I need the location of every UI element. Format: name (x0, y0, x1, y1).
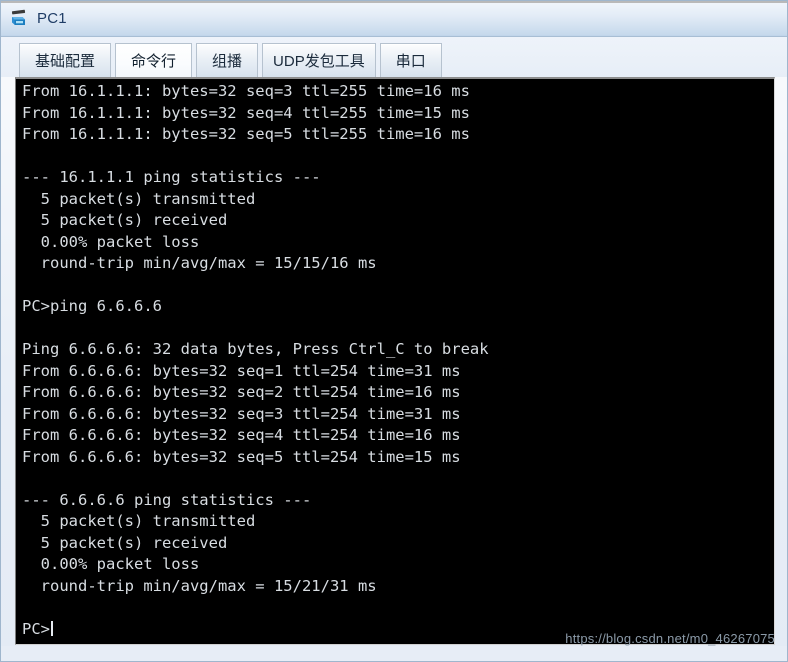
terminal-line: From 6.6.6.6: bytes=32 seq=1 ttl=254 tim… (22, 361, 461, 380)
terminal-line: From 16.1.1.1: bytes=32 seq=4 ttl=255 ti… (22, 103, 470, 122)
tab-command-line[interactable]: 命令行 (115, 43, 193, 77)
pc-device-icon (11, 9, 26, 25)
terminal-line: From 16.1.1.1: bytes=32 seq=5 ttl=255 ti… (22, 125, 470, 143)
window-titlebar: PC1 (1, 1, 787, 37)
terminal-line: From 6.6.6.6: bytes=32 seq=4 ttl=254 tim… (22, 426, 461, 444)
terminal-panel[interactable]: From 16.1.1.1: bytes=32 seq=3 ttl=255 ti… (15, 77, 775, 645)
terminal-line: 0.00% packet loss (22, 232, 200, 251)
terminal-line: PC>ping 6.6.6.6 (22, 297, 162, 315)
terminal-line: round-trip min/avg/max = 15/15/16 ms (22, 254, 377, 272)
text-cursor (51, 620, 53, 636)
pc1-console-window: PC1 基础配置 命令行 组播 UDP发包工具 串口 From 16.1.1.1… (0, 0, 788, 662)
terminal-line: 5 packet(s) transmitted (22, 512, 256, 530)
terminal-line: --- 6.6.6.6 ping statistics --- (22, 490, 312, 509)
terminal-line: round-trip min/avg/max = 15/21/31 ms (22, 576, 377, 595)
terminal-line: 5 packet(s) received (22, 533, 228, 552)
tab-multicast[interactable]: 组播 (196, 43, 259, 77)
watermark-text: https://blog.csdn.net/m0_46267075 (565, 631, 775, 646)
terminal-line: 0.00% packet loss (22, 555, 200, 573)
tab-bar: 基础配置 命令行 组播 UDP发包工具 串口 (1, 37, 787, 77)
terminal-line: --- 16.1.1.1 ping statistics --- (22, 168, 321, 186)
tab-basic-config[interactable]: 基础配置 (19, 43, 112, 77)
tab-serial-port[interactable]: 串口 (379, 43, 442, 77)
window-title: PC1 (37, 9, 67, 27)
tab-udp-tool[interactable]: UDP发包工具 (262, 43, 376, 77)
terminal-output[interactable]: From 16.1.1.1: bytes=32 seq=3 ttl=255 ti… (16, 79, 774, 640)
terminal-line: 5 packet(s) received (22, 211, 228, 229)
terminal-line: Ping 6.6.6.6: 32 data bytes, Press Ctrl_… (22, 340, 489, 358)
terminal-line: From 6.6.6.6: bytes=32 seq=2 ttl=254 tim… (22, 383, 461, 401)
terminal-line: From 6.6.6.6: bytes=32 seq=3 ttl=254 tim… (22, 404, 461, 423)
terminal-line: 5 packet(s) transmitted (22, 189, 256, 208)
terminal-line: From 16.1.1.1: bytes=32 seq=3 ttl=255 ti… (22, 82, 470, 100)
window-footer (1, 646, 787, 661)
terminal-line: From 6.6.6.6: bytes=32 seq=5 ttl=254 tim… (22, 447, 461, 466)
titlebar-top-edge (1, 1, 787, 3)
